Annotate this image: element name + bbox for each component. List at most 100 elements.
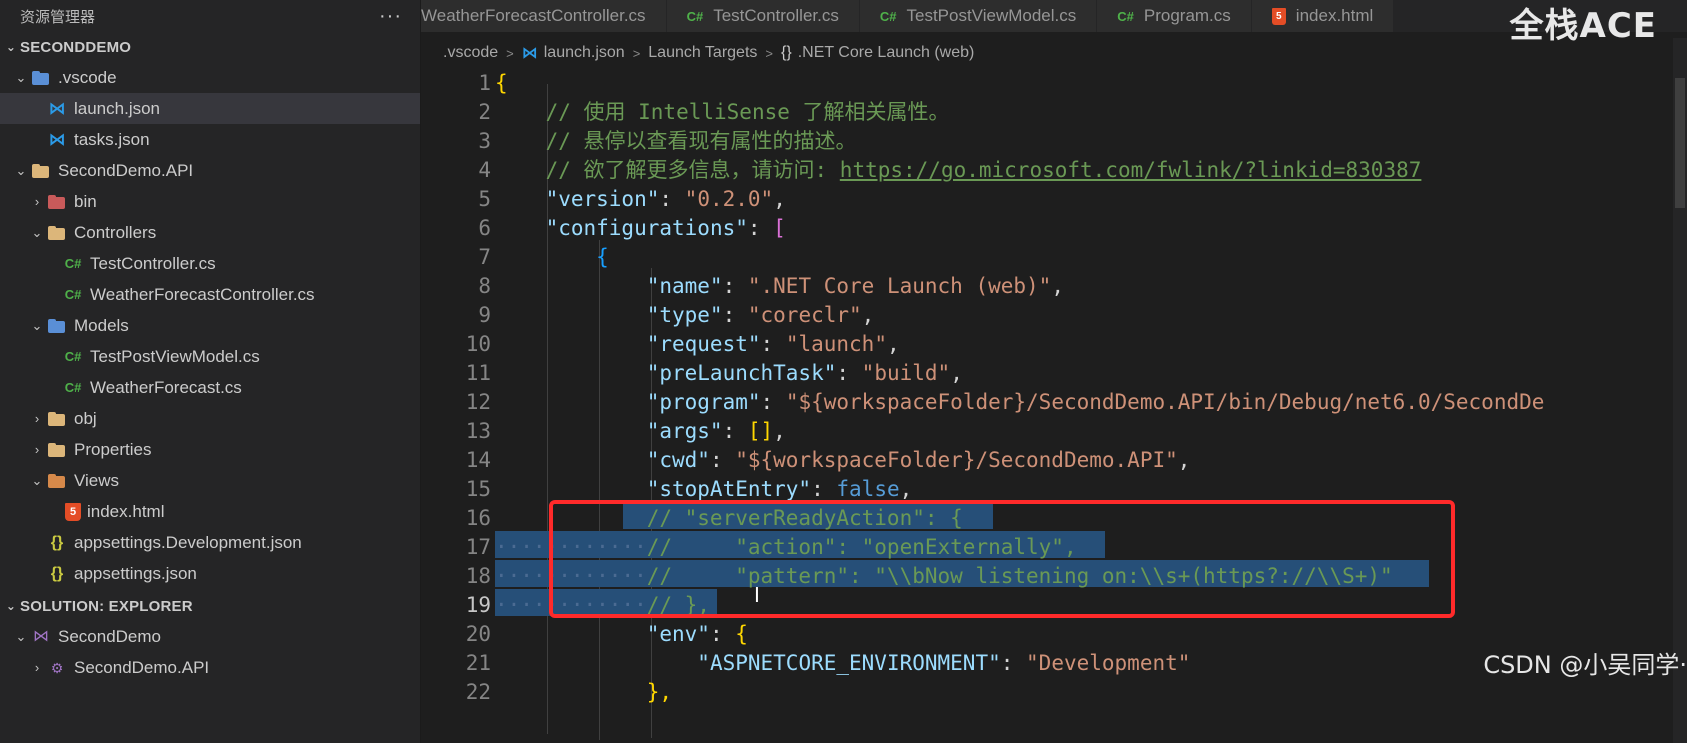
tree-item-label: Models — [74, 315, 129, 335]
code-line-20: "env": { — [646, 622, 748, 646]
solution-tree: ⌄ ⋈ SecondDemo › ⚙ SecondDemo.API — [0, 621, 420, 683]
file-tree: ⌄ .vscode ⋈ launch.json ⋈ tasks.json ⌄ SecondDe… — [0, 62, 420, 589]
tab-label: TestPostViewModel.cs — [906, 6, 1077, 25]
tree-item[interactable]: ⌄ Controllers — [0, 217, 420, 248]
tree-item[interactable]: ⌄ ⋈ SecondDemo — [0, 621, 420, 652]
tree-item[interactable]: 5 index.html — [0, 496, 420, 527]
workspace-section-header[interactable]: ⌄ SECONDDEMO — [0, 32, 420, 62]
csharp-icon: C# — [64, 348, 82, 364]
breadcrumb-file[interactable]: launch.json — [544, 44, 625, 62]
tree-item[interactable]: › bin — [0, 186, 420, 217]
solution-explorer-header[interactable]: ⌄ SOLUTION: EXPLORER — [0, 591, 420, 621]
code-line-1: { — [495, 71, 508, 95]
vscode-file-icon: ⋈ — [521, 45, 538, 62]
tree-item-label: WeatherForecastController.cs — [90, 284, 315, 304]
code-line-8: "name": ".NET Core Launch (web)", — [646, 274, 1064, 298]
editor-scrollbar[interactable] — [1673, 38, 1687, 743]
breadcrumb-folder[interactable]: .vscode — [443, 44, 498, 62]
highlight-annotation-box — [549, 500, 1455, 618]
editor-tab[interactable]: C# Program.cs — [1097, 0, 1252, 32]
breadcrumb-section[interactable]: Launch Targets — [648, 44, 757, 62]
tree-item-label: launch.json — [74, 98, 161, 118]
code-line-2: // 使用 IntelliSense 了解相关属性。 — [545, 100, 950, 124]
tree-item-label: tasks.json — [74, 129, 150, 149]
chevron-down-icon: ⌄ — [31, 224, 43, 240]
explorer-sidebar: 资源管理器 ··· ⌄ SECONDDEMO ⌄ .vscode ⋈ launch.j… — [0, 0, 421, 743]
html-icon: 5 — [65, 502, 81, 521]
editor-tab[interactable]: C# TestPostViewModel.cs — [859, 0, 1098, 32]
code-line-7: { — [596, 245, 609, 269]
tree-item-label: Controllers — [74, 222, 157, 242]
tree-item[interactable]: {} appsettings.Development.json — [0, 527, 420, 558]
chevron-down-icon: ⌄ — [5, 40, 17, 54]
chevron-right-icon: > — [506, 45, 514, 61]
tree-item[interactable]: › obj — [0, 403, 420, 434]
chevron-right-icon: › — [34, 194, 40, 209]
tree-item-label: Views — [74, 470, 120, 490]
project-icon: ⚙ — [50, 659, 64, 676]
chevron-down-icon: ⌄ — [15, 69, 27, 85]
tree-item[interactable]: ⌄ SecondDemo.API — [0, 155, 420, 186]
code-line-9: "type": "coreclr", — [646, 303, 875, 327]
code-line-22: }, — [646, 680, 673, 704]
json-icon: {} — [50, 564, 64, 582]
tree-item[interactable]: C# TestController.cs — [0, 248, 420, 279]
code-line-12: "program": "${workspaceFolder}/SecondDem… — [646, 390, 1545, 414]
tree-item[interactable]: › ⚙ SecondDemo.API — [0, 652, 420, 683]
code-line-14: "cwd": "${workspaceFolder}/SecondDemo.AP… — [646, 448, 1191, 472]
solution-icon: ⋈ — [33, 627, 49, 645]
tree-item[interactable]: C# TestPostViewModel.cs — [0, 341, 420, 372]
tree-item[interactable]: ⋈ launch.json — [0, 93, 420, 124]
tab-label: index.html — [1295, 6, 1374, 25]
editor-tab[interactable]: WeatherForecastController.cs — [421, 0, 667, 32]
tree-item-label: index.html — [87, 501, 165, 521]
code-line-21: "ASPNETCORE_ENVIRONMENT": "Development" — [697, 651, 1191, 675]
tree-item[interactable]: ⌄ Models — [0, 310, 420, 341]
csharp-icon: C# — [686, 8, 704, 24]
editor-tab[interactable]: C# TestController.cs — [666, 0, 860, 32]
tree-item[interactable]: {} appsettings.json — [0, 558, 420, 589]
code-line-11: "preLaunchTask": "build", — [646, 361, 963, 385]
csdn-watermark: CSDN @小吴同学· — [1483, 651, 1687, 679]
tree-item[interactable]: C# WeatherForecastController.cs — [0, 279, 420, 310]
tree-item-label: bin — [74, 191, 97, 211]
breadcrumb-symbol[interactable]: .NET Core Launch (web) — [798, 44, 975, 62]
folder-icon — [46, 409, 68, 429]
code-line-10: "request": "launch", — [646, 332, 900, 356]
scrollbar-thumb[interactable] — [1675, 78, 1685, 208]
tree-item[interactable]: › Properties — [0, 434, 420, 465]
csharp-icon: C# — [879, 8, 897, 24]
tree-item[interactable]: ⋈ tasks.json — [0, 124, 420, 155]
editor-tabs: WeatherForecastController.cs C# TestContro… — [421, 0, 1687, 32]
folder-icon — [30, 161, 52, 181]
docs-link[interactable]: https://go.microsoft.com/fwlink/?linkid=… — [840, 158, 1422, 182]
chevron-down-icon: ⌄ — [31, 317, 43, 333]
text-cursor-icon: I — [754, 583, 760, 607]
folder-views-icon — [46, 471, 68, 491]
solution-explorer-title: SOLUTION: EXPLORER — [20, 597, 193, 615]
tree-item-label: .vscode — [58, 67, 117, 87]
chevron-right-icon: > — [632, 45, 641, 61]
tree-item-label: TestController.cs — [90, 253, 216, 273]
chevron-down-icon: ⌄ — [31, 472, 43, 488]
editor-tab[interactable]: 5 index.html — [1251, 0, 1395, 32]
code-line-6: "configurations": [ — [545, 216, 786, 240]
tree-item-label: appsettings.json — [74, 563, 197, 583]
tab-label: WeatherForecastController.cs — [421, 6, 646, 25]
tree-item-label: SecondDemo.API — [74, 657, 210, 677]
csharp-icon: C# — [64, 286, 82, 302]
code-editor[interactable]: 1 2 3 4 5 6 7 8 9 10 11 12 13 14 15 16 17 18 19 20 21 22 { //… — [421, 68, 1673, 743]
tree-item[interactable]: C# WeatherForecast.cs — [0, 372, 420, 403]
chevron-right-icon: › — [34, 660, 40, 675]
folder-icon — [46, 440, 68, 460]
csharp-icon: C# — [1117, 8, 1134, 24]
vscode-file-icon: ⋈ — [48, 98, 66, 118]
tree-item-label: SecondDemo — [58, 626, 162, 646]
csharp-icon: C# — [64, 255, 82, 271]
chevron-down-icon: ⌄ — [15, 628, 27, 644]
more-actions-icon[interactable]: ··· — [379, 6, 402, 26]
tree-item-label: TestPostViewModel.cs — [90, 346, 260, 366]
vscode-file-icon: ⋈ — [48, 129, 66, 149]
tree-item[interactable]: ⌄ Views — [0, 465, 420, 496]
tree-item[interactable]: ⌄ .vscode — [0, 62, 420, 93]
